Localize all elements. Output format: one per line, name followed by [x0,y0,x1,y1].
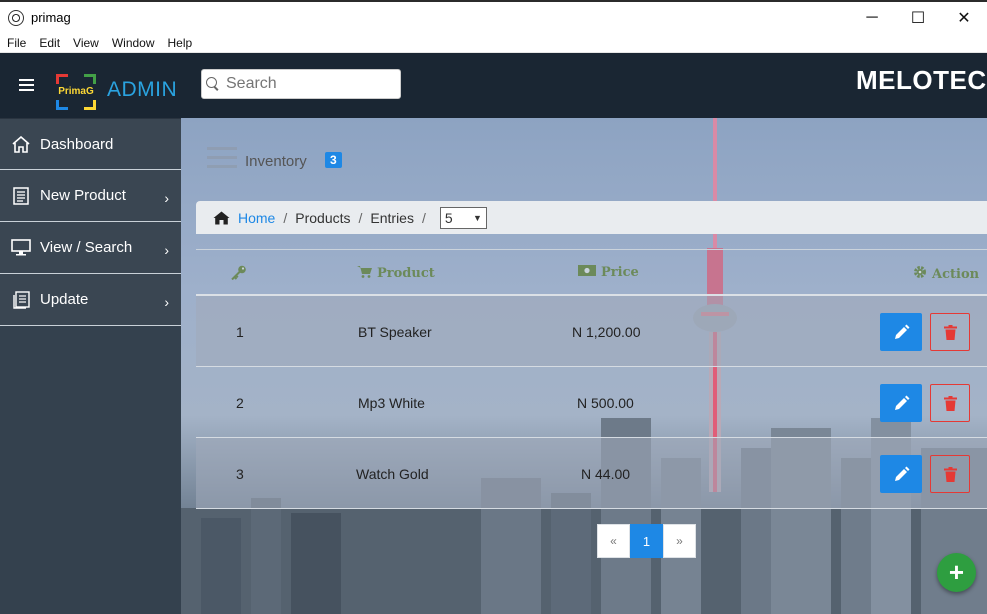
edit-button[interactable] [880,313,922,351]
row-price: N 1,200.00 [572,324,641,340]
sidebar-item-label: Dashboard [40,135,114,153]
row-price: N 500.00 [577,395,634,411]
sidebar-item-view-search[interactable]: View / Search › [0,222,181,274]
search-input[interactable] [226,75,396,93]
app-icon [8,9,24,26]
main-content: Inventory 3 Home / Products / Entries / … [181,118,987,614]
row-id: 1 [236,324,244,340]
home-icon [11,135,31,153]
products-table: Product Price Action 1 BT Speaker N 1,20… [196,249,987,509]
monitor-icon [11,239,31,257]
menu-bar: File Edit View Window Help [0,33,987,53]
window-controls: ─ ☐ ✕ [849,2,987,33]
table-row: 1 BT Speaker N 1,200.00 [196,296,987,367]
menu-help[interactable]: Help [161,36,199,50]
price-header-label: Price [601,265,639,280]
home-icon [213,211,230,225]
sidebar-item-update[interactable]: Update › [0,274,181,326]
minimize-button[interactable]: ─ [849,2,895,33]
brand-name: MELOTECH [856,65,987,95]
breadcrumb-home-link[interactable]: Home [238,210,275,226]
window-titlebar: primag ─ ☐ ✕ [0,0,987,33]
search-icon [206,77,220,91]
pagination-page-1[interactable]: 1 [630,524,663,558]
delete-button[interactable] [930,313,970,351]
breadcrumb-entries: Entries [370,209,414,226]
logo-text: PrimaG [58,86,94,97]
pagination-prev[interactable]: « [597,524,630,558]
pagination: « 1 » [597,524,696,558]
sidebar-item-label: View / Search [40,239,133,256]
chevron-right-icon: › [164,190,169,206]
menu-edit[interactable]: Edit [32,36,66,50]
primag-logo: PrimaG [56,74,96,110]
trash-icon [943,395,957,411]
breadcrumb: Home / Products / Entries / 5 ▼ [196,201,987,234]
sidebar: Dashboard New Product › View / Search › … [0,118,181,614]
sidebar-item-label: New Product [40,187,126,204]
sidebar-item-new-product[interactable]: New Product › [0,170,181,222]
product-header-label: Product [377,266,435,281]
action-header-label: Action [932,266,980,282]
gear-icon [913,265,927,283]
row-id: 2 [236,395,244,411]
edit-button[interactable] [880,455,922,493]
row-id: 3 [236,466,244,482]
hamburger-menu-icon[interactable] [19,79,34,91]
breadcrumb-separator: / [358,209,363,226]
cart-icon [357,265,372,282]
sidebar-item-label: Update [40,291,89,308]
window-title: primag [31,10,71,25]
add-product-fab[interactable]: + [937,553,976,592]
breadcrumb-separator: / [421,209,426,226]
caret-down-icon: ▼ [472,212,482,223]
delete-button[interactable] [930,455,970,493]
inventory-title: Inventory [245,153,307,170]
chevron-right-icon: › [164,294,169,310]
action-header: Action [913,265,979,283]
table-row: 3 Watch Gold N 44.00 [196,438,987,509]
trash-icon [943,324,957,340]
pencil-icon [894,395,909,410]
edit-button[interactable] [880,384,922,422]
breadcrumb-separator: / [283,209,288,226]
document-icon [11,186,31,205]
row-product: Watch Gold [356,466,429,482]
top-header: PrimaG ADMIN MELOTECH [0,53,987,118]
entries-select[interactable]: 5 ▼ [439,206,487,229]
chevron-right-icon: › [164,242,169,258]
money-icon [578,265,596,280]
admin-label: ADMIN [107,78,178,101]
key-icon [231,265,247,280]
price-header: Price [578,265,639,280]
pagination-next[interactable]: » [663,524,696,558]
table-header: Product Price Action [196,249,987,296]
trash-icon [943,466,957,482]
entries-select-value: 5 [444,209,453,226]
menu-view[interactable]: View [66,36,105,50]
maximize-button[interactable]: ☐ [895,2,941,33]
search-box[interactable] [201,69,401,99]
inventory-count-badge: 3 [325,152,342,168]
sidebar-item-dashboard[interactable]: Dashboard [0,118,181,170]
row-price: N 44.00 [581,466,631,482]
breadcrumb-products: Products [295,209,351,226]
row-product: BT Speaker [358,324,432,340]
pencil-icon [894,466,909,481]
documents-icon [11,290,31,309]
row-product: Mp3 White [358,395,425,411]
pencil-icon [894,324,909,339]
delete-button[interactable] [930,384,970,422]
table-row: 2 Mp3 White N 500.00 [196,367,987,438]
close-button[interactable]: ✕ [941,2,987,33]
inventory-icon [207,147,237,174]
product-header: Product [357,265,435,282]
menu-window[interactable]: Window [105,36,161,50]
menu-file[interactable]: File [0,36,32,50]
